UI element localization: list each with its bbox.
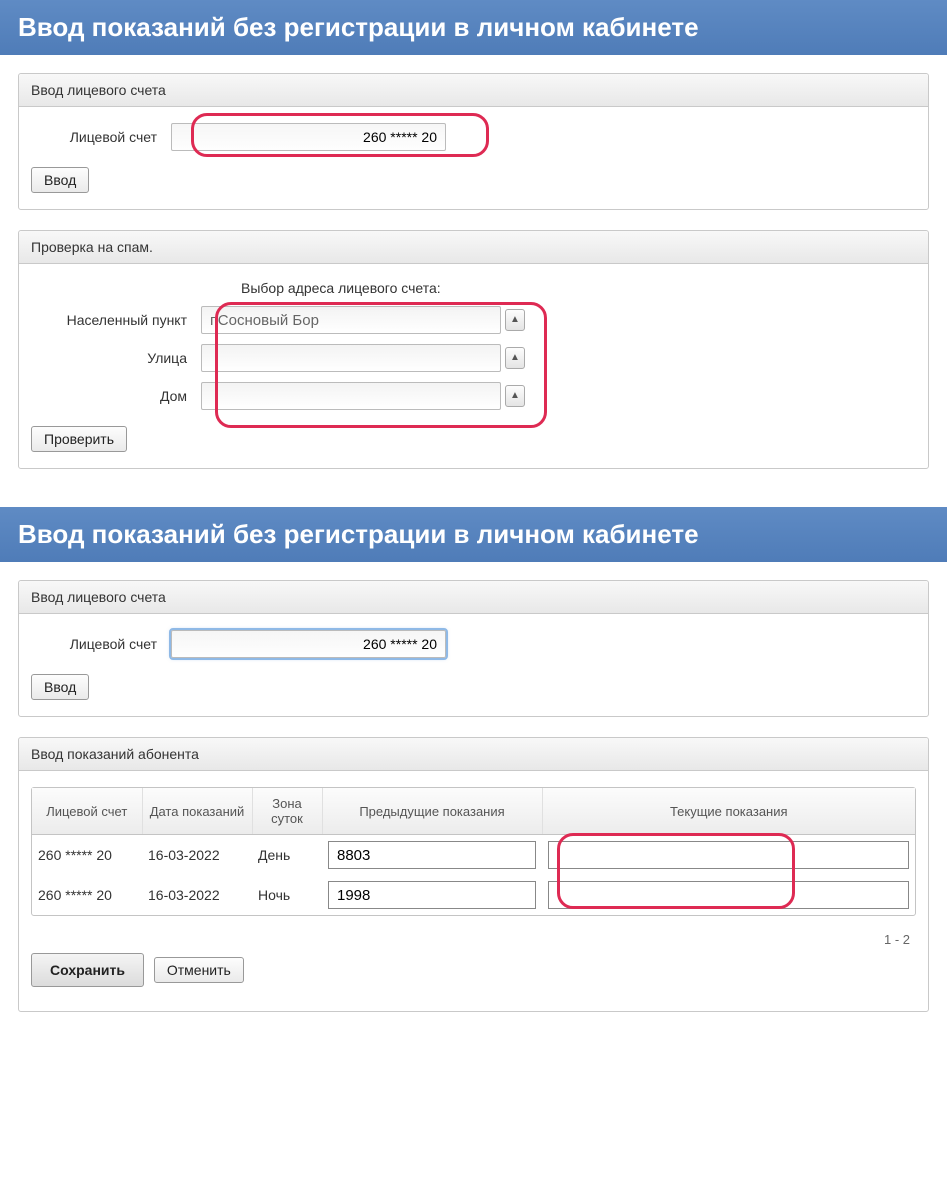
account-input[interactable] — [171, 123, 446, 151]
panel-spam-header: Проверка на спам. — [19, 231, 928, 264]
panel-account-entry: Ввод лицевого счета Лицевой счет Ввод — [18, 73, 929, 210]
readings-table: Лицевой счет Дата показаний Зона суток П… — [32, 788, 915, 915]
account-label-2: Лицевой счет — [31, 636, 171, 652]
current-reading-input[interactable] — [548, 881, 909, 909]
col-date: Дата показаний — [142, 788, 252, 835]
street-dropdown-button[interactable]: ▲ — [505, 347, 525, 369]
chevron-up-icon: ▲ — [510, 315, 520, 325]
prev-reading-input[interactable] — [328, 881, 536, 909]
cell-account: 260 ***** 20 — [32, 875, 142, 915]
table-row: 260 ***** 20 16-03-2022 Ночь — [32, 875, 915, 915]
street-input[interactable] — [201, 344, 501, 372]
page-title-1: Ввод показаний без регистрации в личном … — [0, 0, 947, 55]
house-input[interactable] — [201, 382, 501, 410]
cell-zone: День — [252, 835, 322, 876]
account-submit-button[interactable]: Ввод — [31, 167, 89, 193]
account-input-2[interactable] — [171, 630, 446, 658]
cell-date: 16-03-2022 — [142, 875, 252, 915]
address-heading: Выбор адреса лицевого счета: — [241, 280, 916, 296]
check-button[interactable]: Проверить — [31, 426, 127, 452]
page-title-2: Ввод показаний без регистрации в личном … — [0, 507, 947, 562]
panel-spam-check: Проверка на спам. Выбор адреса лицевого … — [18, 230, 929, 469]
prev-reading-input[interactable] — [328, 841, 536, 869]
chevron-up-icon: ▲ — [510, 353, 520, 363]
panel-readings: Ввод показаний абонента Лицевой счет Дат — [18, 737, 929, 1012]
table-row: 260 ***** 20 16-03-2022 День — [32, 835, 915, 876]
panel-account-entry-2: Ввод лицевого счета Лицевой счет Ввод — [18, 580, 929, 717]
panel-account-header: Ввод лицевого счета — [19, 74, 928, 107]
col-curr: Текущие показания — [542, 788, 915, 835]
city-input[interactable] — [201, 306, 501, 334]
col-account: Лицевой счет — [32, 788, 142, 835]
chevron-up-icon: ▲ — [510, 391, 520, 401]
street-label: Улица — [31, 350, 201, 366]
cancel-button[interactable]: Отменить — [154, 957, 244, 983]
col-zone: Зона суток — [252, 788, 322, 835]
cell-account: 260 ***** 20 — [32, 835, 142, 876]
house-dropdown-button[interactable]: ▲ — [505, 385, 525, 407]
panel-readings-header: Ввод показаний абонента — [19, 738, 928, 771]
pager-text: 1 - 2 — [31, 930, 916, 949]
col-prev: Предыдущие показания — [322, 788, 542, 835]
account-label: Лицевой счет — [31, 129, 171, 145]
house-label: Дом — [31, 388, 201, 404]
cell-zone: Ночь — [252, 875, 322, 915]
panel-account-header-2: Ввод лицевого счета — [19, 581, 928, 614]
city-label: Населенный пункт — [31, 312, 201, 328]
cell-date: 16-03-2022 — [142, 835, 252, 876]
save-button[interactable]: Сохранить — [31, 953, 144, 987]
current-reading-input[interactable] — [548, 841, 909, 869]
city-dropdown-button[interactable]: ▲ — [505, 309, 525, 331]
account-submit-button-2[interactable]: Ввод — [31, 674, 89, 700]
